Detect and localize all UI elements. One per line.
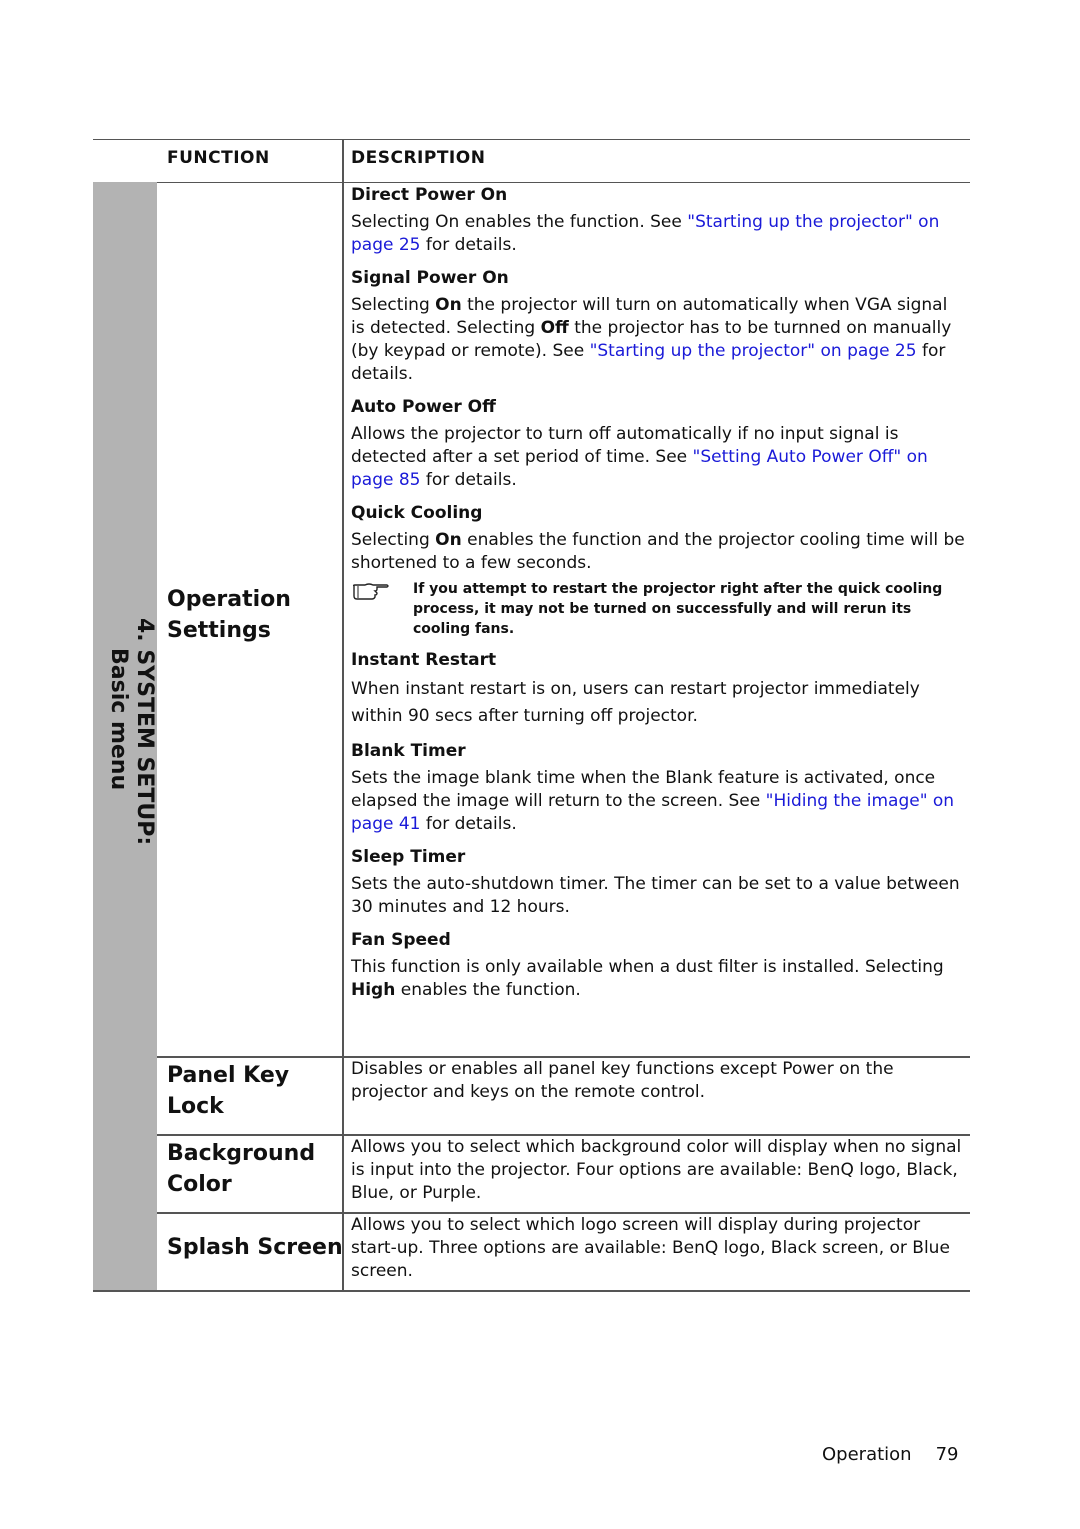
item-title: Signal Power On (351, 268, 509, 288)
note-text: If you attempt to restart the projector … (413, 581, 943, 637)
item-title: Auto Power Off (351, 397, 496, 417)
item-title: Direct Power On (351, 185, 508, 205)
function-name: Panel Key Lock (167, 1060, 289, 1122)
section-subtitle: Basic menu (106, 648, 131, 791)
function-name-line1: Operation (167, 587, 291, 612)
function-description: Disables or enables all panel key functi… (351, 1059, 894, 1102)
item-title: Instant Restart (351, 650, 497, 670)
function-description: Direct Power On Selecting On enables the… (351, 182, 966, 1012)
item-text: Selecting On enables the function and th… (351, 530, 965, 573)
item-text: When instant restart is on, users can re… (351, 679, 920, 726)
item-text: Sets the auto-shutdown timer. The timer … (351, 874, 960, 917)
function-description: Allows you to select which background co… (351, 1137, 962, 1203)
header-function: FUNCTION (167, 148, 270, 168)
item-text: This function is only available when a d… (351, 957, 944, 1000)
function-name-line1: Background (167, 1141, 316, 1166)
item-title: Fan Speed (351, 930, 451, 950)
section-title: 4. SYSTEM SETUP: (132, 618, 157, 846)
table-row: Panel Key Lock Disables or enables all p… (157, 1058, 970, 1134)
item-text: Allows the projector to turn off automat… (351, 424, 928, 490)
page-number: 79 (935, 1444, 959, 1465)
function-name-line1: Panel Key (167, 1063, 290, 1088)
page-link[interactable]: "Starting up the projector" on page 25 (590, 341, 917, 361)
function-name: Splash Screen (167, 1235, 343, 1260)
table-row: Splash Screen Allows you to select which… (157, 1214, 970, 1290)
function-name-line2: Settings (167, 618, 271, 643)
header-description: DESCRIPTION (351, 148, 486, 168)
function-description: Allows you to select which logo screen w… (351, 1215, 950, 1281)
function-table: FUNCTION DESCRIPTION 4. SYSTEM SETUP: Ba… (93, 139, 970, 1292)
item-text: Sets the image blank time when the Blank… (351, 768, 955, 834)
item-text: Selecting On the projector will turn on … (351, 295, 952, 384)
item-title: Quick Cooling (351, 503, 483, 523)
function-name-line2: Color (167, 1172, 232, 1197)
table-row: Background Color Allows you to select wh… (157, 1136, 970, 1212)
item-title: Sleep Timer (351, 847, 466, 867)
note: If you attempt to restart the projector … (351, 579, 966, 639)
table-bottom-border (93, 1290, 970, 1292)
footer-section: Operation (822, 1444, 912, 1465)
pointing-hand-icon (351, 579, 413, 639)
function-name: Background Color (167, 1138, 315, 1200)
section-sidebar: 4. SYSTEM SETUP: Basic menu (93, 182, 157, 1290)
function-name-line2: Lock (167, 1094, 224, 1119)
item-title: Blank Timer (351, 741, 466, 761)
section-label: 4. SYSTEM SETUP: Basic menu (105, 618, 157, 845)
table-row: Operation Settings Direct Power On Selec… (157, 182, 970, 1056)
table-header: FUNCTION DESCRIPTION (93, 140, 970, 183)
function-name: Operation Settings (167, 584, 291, 646)
item-text: Selecting On enables the function. See "… (351, 212, 940, 255)
page-footer: Operation 79 (822, 1444, 958, 1465)
